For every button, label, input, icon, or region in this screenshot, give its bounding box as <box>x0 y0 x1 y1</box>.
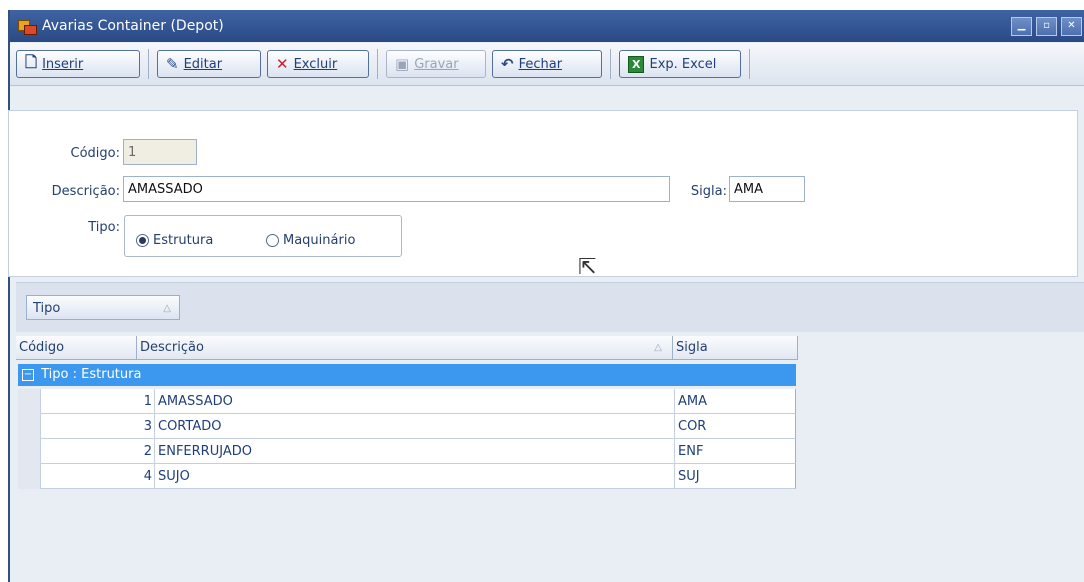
exp-excel-label: Exp. Excel <box>649 56 717 72</box>
window-title: Avarias Container (Depot) <box>42 18 224 34</box>
column-header-sigla[interactable]: Sigla <box>673 336 798 360</box>
cell-sigla: SUJ <box>675 464 796 489</box>
cell-codigo: 2 <box>40 439 155 464</box>
group-by-tipo-chip[interactable]: Tipo △ <box>26 295 180 320</box>
descricao-label: Descrição: <box>51 184 120 199</box>
cell-codigo: 3 <box>40 414 155 439</box>
column-header-descricao-label: Descrição <box>140 340 204 355</box>
codigo-field[interactable]: 1 <box>123 139 197 165</box>
radio-selected-icon <box>136 234 149 247</box>
fechar-label: Fechar <box>518 56 563 72</box>
table-row[interactable]: 3 CORTADO COR <box>18 414 796 439</box>
cell-descricao: ENFERRUJADO <box>155 439 675 464</box>
excel-icon: X <box>628 55 645 73</box>
toolbar-separator <box>610 49 611 79</box>
title-bar: Avarias Container (Depot) ▁ ▫ ✕ <box>10 10 1084 42</box>
table-row[interactable]: 2 ENFERRUJADO ENF <box>18 439 796 464</box>
gravar-label: Gravar <box>414 56 459 72</box>
edit-icon: ✎ <box>166 55 179 73</box>
group-by-chip-label: Tipo <box>33 301 61 316</box>
minimize-button[interactable]: ▁ <box>1011 16 1032 36</box>
app-icon <box>18 18 37 35</box>
sort-ascending-icon: △ <box>654 342 662 353</box>
save-icon: ▣ <box>395 55 410 73</box>
exp-excel-button[interactable]: X Exp. Excel <box>619 50 741 78</box>
sigla-label: Sigla: <box>690 184 727 199</box>
radio-maquinario[interactable]: Maquinário <box>266 233 355 248</box>
cell-codigo: 1 <box>40 389 155 414</box>
close-window-button[interactable]: ✕ <box>1061 16 1082 36</box>
column-header-codigo[interactable]: Código <box>16 336 137 360</box>
tipo-label: Tipo: <box>88 220 120 235</box>
cell-descricao: SUJO <box>155 464 675 489</box>
undo-close-icon: ↶ <box>501 55 514 73</box>
excluir-label: Excluir <box>293 56 338 72</box>
maximize-button[interactable]: ▫ <box>1036 16 1057 36</box>
gravar-button[interactable]: ▣ Gravar <box>386 50 486 78</box>
radio-estrutura-label: Estrutura <box>153 233 214 248</box>
cell-codigo: 4 <box>40 464 155 489</box>
editar-label: Editar <box>183 56 223 72</box>
delete-icon: ✕ <box>276 55 289 73</box>
fechar-button[interactable]: ↶ Fechar <box>492 50 602 78</box>
toolbar-separator <box>148 49 149 79</box>
excluir-button[interactable]: ✕ Excluir <box>267 50 369 78</box>
table-row[interactable]: 1 AMASSADO AMA <box>18 389 796 414</box>
collapse-icon[interactable]: − <box>22 368 34 381</box>
cell-sigla: ENF <box>675 439 796 464</box>
codigo-label: Código: <box>70 146 120 161</box>
cell-descricao: CORTADO <box>155 414 675 439</box>
table-row[interactable]: 4 SUJO SUJ <box>18 464 796 489</box>
toolbar-separator <box>377 49 378 79</box>
mouse-cursor-icon: ⇱ <box>578 255 597 280</box>
group-row-estrutura[interactable]: − Tipo : Estrutura <box>18 364 796 386</box>
editar-button[interactable]: ✎ Editar <box>157 50 261 78</box>
new-document-icon: 🗋 <box>25 52 38 71</box>
radio-estrutura[interactable]: Estrutura <box>136 233 213 248</box>
cell-descricao: AMASSADO <box>155 389 675 414</box>
column-header-descricao[interactable]: Descrição △ <box>137 336 673 360</box>
sigla-field[interactable]: AMA <box>729 176 805 202</box>
inserir-button[interactable]: 🗋 Inserir <box>16 50 140 78</box>
cell-sigla: AMA <box>675 389 796 414</box>
radio-maquinario-label: Maquinário <box>283 233 356 248</box>
group-row-label: Tipo : Estrutura <box>41 367 142 382</box>
toolbar-separator <box>749 49 750 79</box>
radio-unselected-icon <box>266 234 279 247</box>
descricao-field[interactable]: AMASSADO <box>123 176 670 202</box>
sort-ascending-icon: △ <box>163 303 171 314</box>
cell-sigla: COR <box>675 414 796 439</box>
inserir-label: Inserir <box>42 56 84 72</box>
toolbar: 🗋 Inserir ✎ Editar ✕ Excluir ▣ Gravar ↶ … <box>10 43 1084 86</box>
